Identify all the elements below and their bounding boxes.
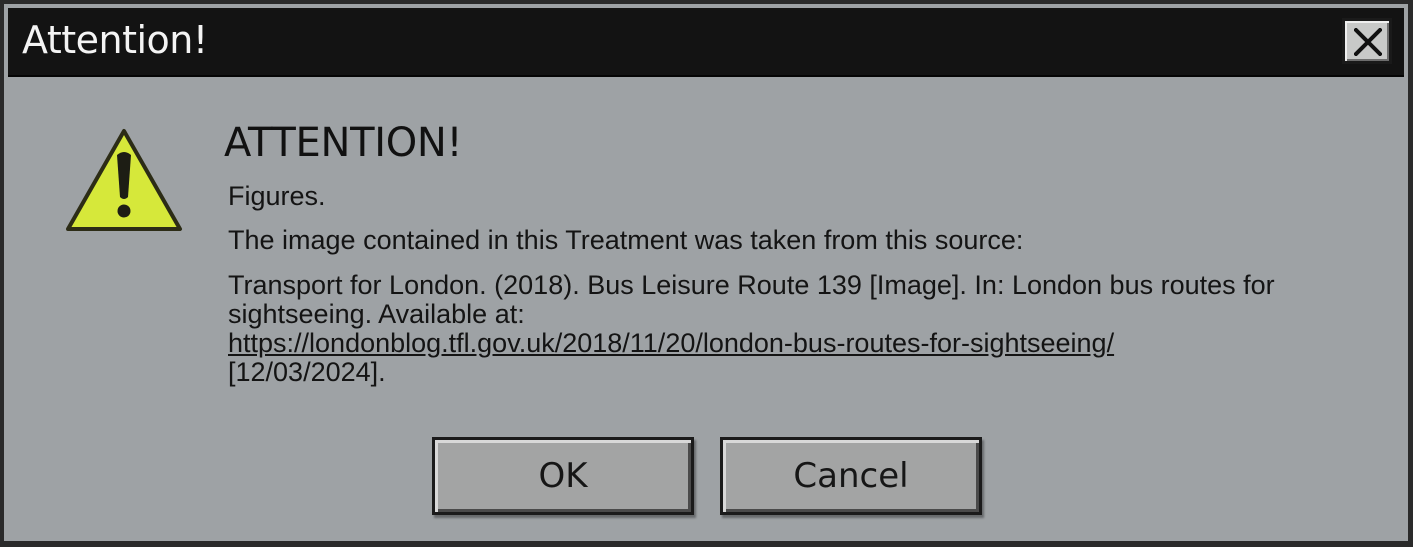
attention-dialog: Attention! ATTENTION! Figures. The image… — [0, 0, 1413, 547]
window-title: Attention! — [22, 18, 208, 62]
citation-text: Transport for London. (2018). Bus Leisur… — [228, 270, 1275, 329]
ok-button[interactable]: OK — [432, 437, 694, 515]
dialog-content: ATTENTION! Figures. The image contained … — [4, 77, 1408, 537]
title-bar[interactable]: Attention! — [8, 8, 1404, 77]
close-icon — [1354, 28, 1382, 56]
message-heading: ATTENTION! — [224, 120, 463, 166]
source-intro: The image contained in this Treatment wa… — [228, 225, 1024, 255]
close-button[interactable] — [1342, 18, 1392, 64]
cancel-button[interactable]: Cancel — [720, 437, 982, 515]
citation: Transport for London. (2018). Bus Leisur… — [228, 271, 1358, 387]
citation-link[interactable]: https://londonblog.tfl.gov.uk/2018/11/20… — [228, 328, 1114, 358]
warning-icon — [66, 129, 182, 231]
citation-date: [12/03/2024]. — [228, 357, 386, 387]
figures-label: Figures. — [228, 181, 326, 211]
